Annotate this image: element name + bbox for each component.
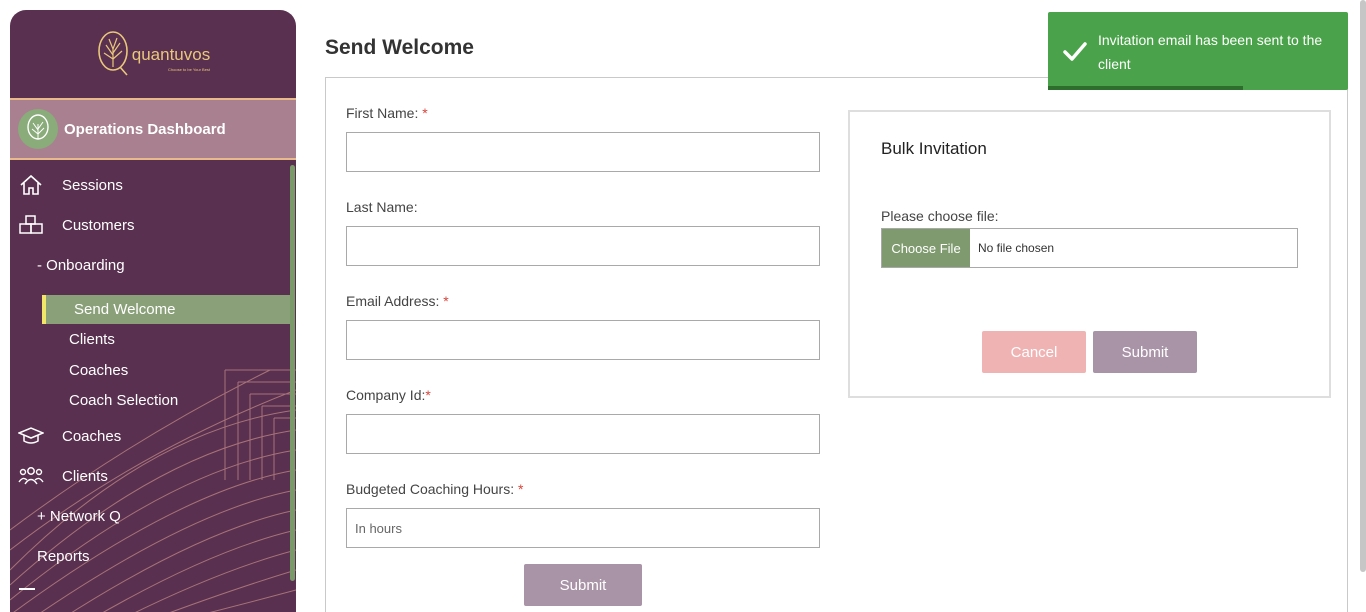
success-toast[interactable]: Invitation email has been sent to the cl… [1048,12,1348,90]
dashboard-label: Operations Dashboard [64,120,226,138]
toast-message: Invitation email has been sent to the cl… [1098,32,1323,72]
email-label: Email Address: * [346,293,449,309]
last-name-label: Last Name: [346,199,418,215]
operations-dashboard-link[interactable]: Operations Dashboard [10,98,296,160]
cancel-button[interactable]: Cancel [982,331,1086,373]
page-scrollbar[interactable] [1360,0,1366,572]
sidebar-item-label: Reports [37,547,90,565]
check-icon [1063,42,1087,61]
email-label-text: Email Address: [346,293,440,309]
sidebar-item-partial [19,588,35,590]
company-id-field[interactable] [346,414,820,454]
sidebar-item-label: Sessions [62,176,123,194]
sidebar-item-send-welcome[interactable]: Send Welcome [74,295,175,323]
first-name-field[interactable] [346,132,820,172]
submit-button[interactable]: Submit [524,564,642,606]
sidebar-item-coaches-sub[interactable]: Coaches [69,356,128,384]
logo-name: quantuvos [131,45,211,64]
hours-label: Budgeted Coaching Hours: * [346,481,523,497]
choose-file-button[interactable]: Choose File [882,229,970,267]
tree-icon [27,114,49,140]
sidebar-item-network-q[interactable]: + Network Q [37,502,121,530]
sidebar-item-label: Coaches [69,361,129,379]
home-icon [18,172,44,198]
graduation-cap-icon [18,423,44,449]
sidebar-item-customers[interactable]: Customers [10,211,135,239]
file-input[interactable]: Choose File No file chosen [881,228,1298,268]
sidebar-item-label: - Onboarding [37,256,125,274]
email-field[interactable] [346,320,820,360]
hours-label-text: Budgeted Coaching Hours: [346,481,515,497]
logo-tree-icon [97,31,128,76]
sidebar-item-label: Coaches [62,427,122,445]
sidebar-item-label: Clients [62,467,108,485]
file-label: Please choose file: [881,208,999,224]
required-mark: * [518,481,524,497]
sidebar-item-label: Clients [69,330,115,348]
sidebar-item-onboarding[interactable]: - Onboarding [37,251,125,279]
required-mark: * [422,105,428,121]
sidebar-item-coaches[interactable]: Coaches [10,422,121,450]
required-mark: * [443,293,449,309]
bulk-submit-button[interactable]: Submit [1093,331,1197,373]
bulk-invitation-title: Bulk Invitation [881,139,987,158]
sidebar: quantuvos Choose to be Your Best Operati… [10,10,296,612]
sidebar-item-reports[interactable]: Reports [37,542,90,570]
page-title: Send Welcome [325,36,474,59]
sidebar-item-label: + Network Q [37,507,121,525]
first-name-label: First Name: * [346,105,428,121]
last-name-label-text: Last Name: [346,199,418,215]
sidebar-scrollbar[interactable] [290,165,295,581]
sidebar-item-label: Customers [62,216,135,234]
company-id-label: Company Id:* [346,387,431,403]
company-id-label-text: Company Id: [346,387,426,403]
first-name-label-text: First Name: [346,105,419,121]
sidebar-item-label: Send Welcome [74,300,176,318]
sidebar-item-sessions[interactable]: Sessions [10,171,123,199]
logo-tagline: Choose to be Your Best [168,67,211,72]
file-status-text: No file chosen [978,241,1055,255]
sidebar-item-coach-selection[interactable]: Coach Selection [69,386,178,414]
logo: quantuvos Choose to be Your Best [10,10,296,98]
users-icon [18,463,44,489]
hours-field[interactable] [346,508,820,548]
dashboard-avatar [18,109,58,149]
sidebar-item-clients-sub[interactable]: Clients [69,325,115,353]
sidebar-item-label: Coach Selection [69,391,179,409]
last-name-field[interactable] [346,226,820,266]
toast-progress-bar [1048,86,1243,90]
required-mark: * [425,387,431,403]
sidebar-item-clients[interactable]: Clients [10,462,108,490]
boxes-icon [18,212,44,238]
app-root: quantuvos Choose to be Your Best Operati… [0,0,1366,612]
